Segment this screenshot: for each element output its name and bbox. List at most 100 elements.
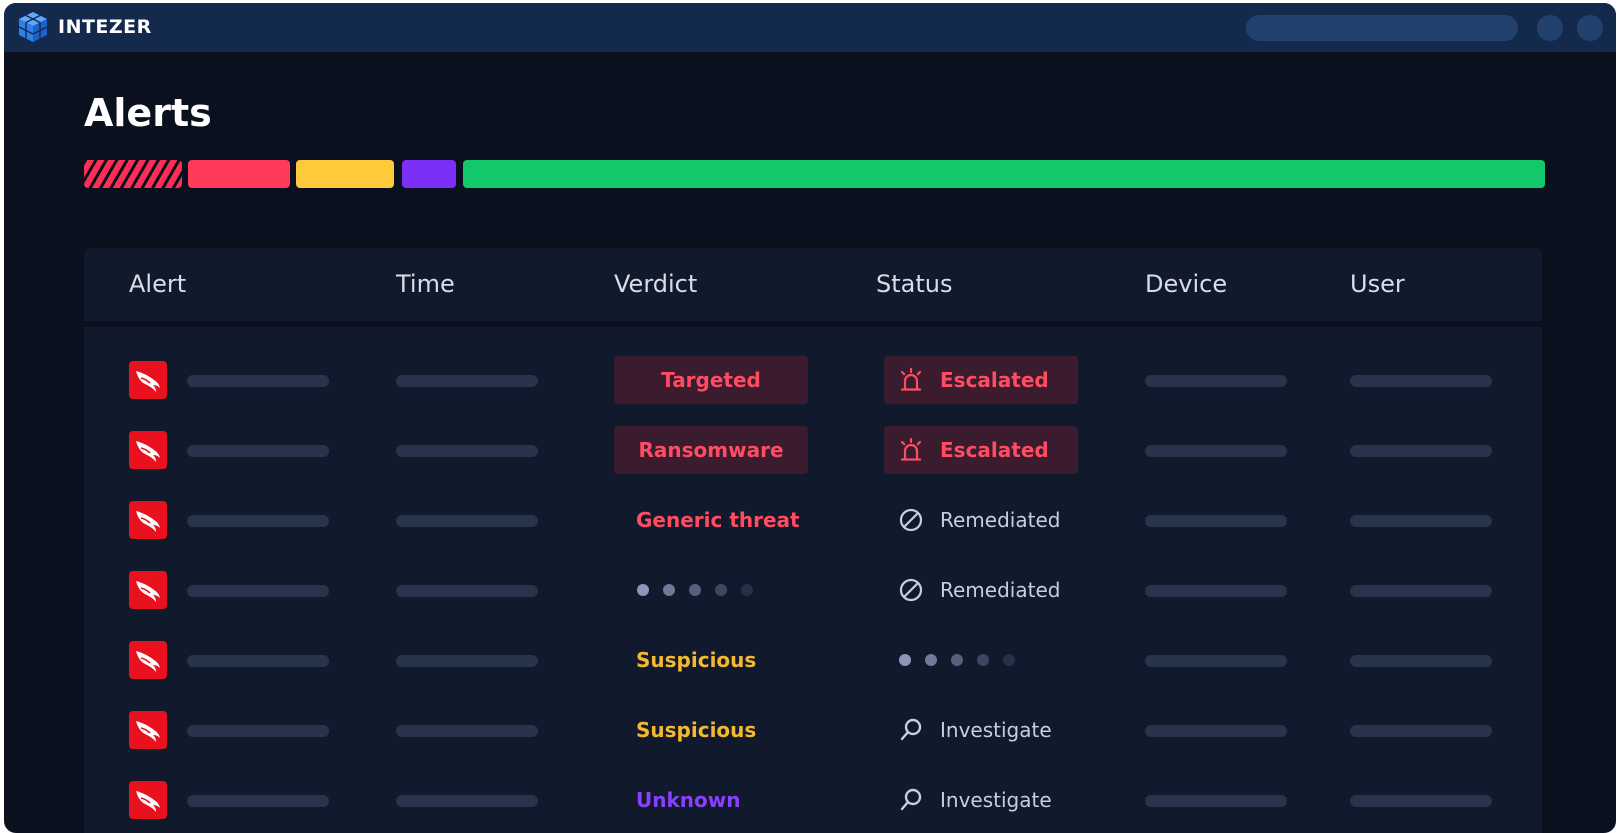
alert-name-placeholder <box>187 795 329 807</box>
summary-segment-malicious[interactable] <box>188 160 290 188</box>
falcon-icon <box>129 431 167 469</box>
loading-dot <box>663 584 675 596</box>
user-placeholder <box>1350 795 1492 807</box>
search-bar[interactable] <box>1246 15 1518 41</box>
verdict-label[interactable]: Generic threat <box>636 485 800 555</box>
status-label: Escalated <box>940 368 1049 392</box>
time-placeholder <box>396 585 538 597</box>
table-row[interactable]: Generic threat Remediated <box>84 485 1542 555</box>
time-placeholder <box>396 795 538 807</box>
top-bar: INTEZER <box>4 3 1616 52</box>
status-remediated[interactable]: Remediated <box>884 496 1060 544</box>
loading-dot <box>689 584 701 596</box>
alert-name-placeholder <box>187 585 329 597</box>
summary-segment-suspicious[interactable] <box>296 160 394 188</box>
time-placeholder <box>396 515 538 527</box>
table-row[interactable]: Targeted Escalated <box>84 345 1542 415</box>
time-placeholder <box>396 445 538 457</box>
loading-dot <box>951 654 963 666</box>
verdict-label[interactable]: Suspicious <box>636 695 756 765</box>
device-placeholder <box>1145 725 1287 737</box>
falcon-icon <box>129 641 167 679</box>
alert-name-placeholder <box>187 655 329 667</box>
no-entry-icon <box>884 507 940 533</box>
verdict-label: Targeted <box>661 368 761 392</box>
column-header-time[interactable]: Time <box>396 248 455 321</box>
table-row[interactable]: Ransomware Escalated <box>84 415 1542 485</box>
status-escalated[interactable]: Escalated <box>884 356 1078 404</box>
status-label: Remediated <box>940 578 1061 602</box>
user-placeholder <box>1350 515 1492 527</box>
loading-indicator <box>637 584 753 596</box>
device-placeholder <box>1145 655 1287 667</box>
status-investigate[interactable]: Investigate <box>884 706 1052 754</box>
device-placeholder <box>1145 445 1287 457</box>
column-header-verdict[interactable]: Verdict <box>614 248 697 321</box>
alert-name-placeholder <box>187 725 329 737</box>
alerts-table: Alert Time Verdict Status Device User Ta… <box>84 248 1542 833</box>
verdict-label: Ransomware <box>638 438 784 462</box>
table-row[interactable]: Unknown Investigate <box>84 765 1542 833</box>
table-row[interactable]: Suspicious <box>84 625 1542 695</box>
app-name: INTEZER <box>58 16 152 38</box>
status-label: Remediated <box>940 508 1061 532</box>
verdict-label[interactable]: Unknown <box>636 765 740 833</box>
loading-dot <box>715 584 727 596</box>
device-placeholder <box>1145 375 1287 387</box>
alert-name-placeholder <box>187 515 329 527</box>
user-placeholder <box>1350 445 1492 457</box>
alert-name-placeholder <box>187 445 329 457</box>
summary-segment-trusted[interactable] <box>463 160 1545 188</box>
column-header-status[interactable]: Status <box>876 248 952 321</box>
summary-segment-targeted[interactable] <box>84 160 182 188</box>
verdict-label[interactable]: Suspicious <box>636 625 756 695</box>
status-label: Investigate <box>940 718 1052 742</box>
app-window: INTEZER Alerts Alert Time Verdict Status… <box>4 3 1616 833</box>
device-placeholder <box>1145 515 1287 527</box>
verdict-badge[interactable]: Ransomware <box>614 426 808 474</box>
app-logo[interactable]: INTEZER <box>16 10 152 44</box>
cube-logo-icon <box>18 12 48 42</box>
table-row[interactable]: Remediated <box>84 555 1542 625</box>
alarm-icon <box>884 367 940 393</box>
user-placeholder <box>1350 585 1492 597</box>
table-row[interactable]: Suspicious Investigate <box>84 695 1542 765</box>
loading-dot <box>899 654 911 666</box>
loading-indicator <box>899 654 1015 666</box>
verdict-badge[interactable]: Targeted <box>614 356 808 404</box>
table-header: Alert Time Verdict Status Device User <box>84 248 1542 327</box>
status-escalated[interactable]: Escalated <box>884 426 1078 474</box>
user-placeholder <box>1350 375 1492 387</box>
falcon-icon <box>129 361 167 399</box>
status-label: Investigate <box>940 788 1052 812</box>
search-icon <box>884 717 940 743</box>
column-header-device[interactable]: Device <box>1145 248 1227 321</box>
falcon-icon <box>129 571 167 609</box>
alarm-icon <box>884 437 940 463</box>
alert-name-placeholder <box>187 375 329 387</box>
summary-segment-unknown[interactable] <box>402 160 456 188</box>
user-placeholder <box>1350 655 1492 667</box>
search-icon <box>884 787 940 813</box>
device-placeholder <box>1145 585 1287 597</box>
status-remediated[interactable]: Remediated <box>884 566 1060 614</box>
page-title: Alerts <box>84 91 212 135</box>
help-button[interactable] <box>1537 15 1563 41</box>
status-investigate[interactable]: Investigate <box>884 776 1052 824</box>
falcon-icon <box>129 781 167 819</box>
status-label: Escalated <box>940 438 1049 462</box>
time-placeholder <box>396 375 538 387</box>
loading-dot <box>925 654 937 666</box>
time-placeholder <box>396 655 538 667</box>
device-placeholder <box>1145 795 1287 807</box>
loading-dot <box>1003 654 1015 666</box>
user-placeholder <box>1350 725 1492 737</box>
avatar[interactable] <box>1577 15 1603 41</box>
falcon-icon <box>129 501 167 539</box>
falcon-icon <box>129 711 167 749</box>
loading-dot <box>741 584 753 596</box>
column-header-alert[interactable]: Alert <box>129 248 186 321</box>
no-entry-icon <box>884 577 940 603</box>
loading-dot <box>637 584 649 596</box>
column-header-user[interactable]: User <box>1350 248 1405 321</box>
